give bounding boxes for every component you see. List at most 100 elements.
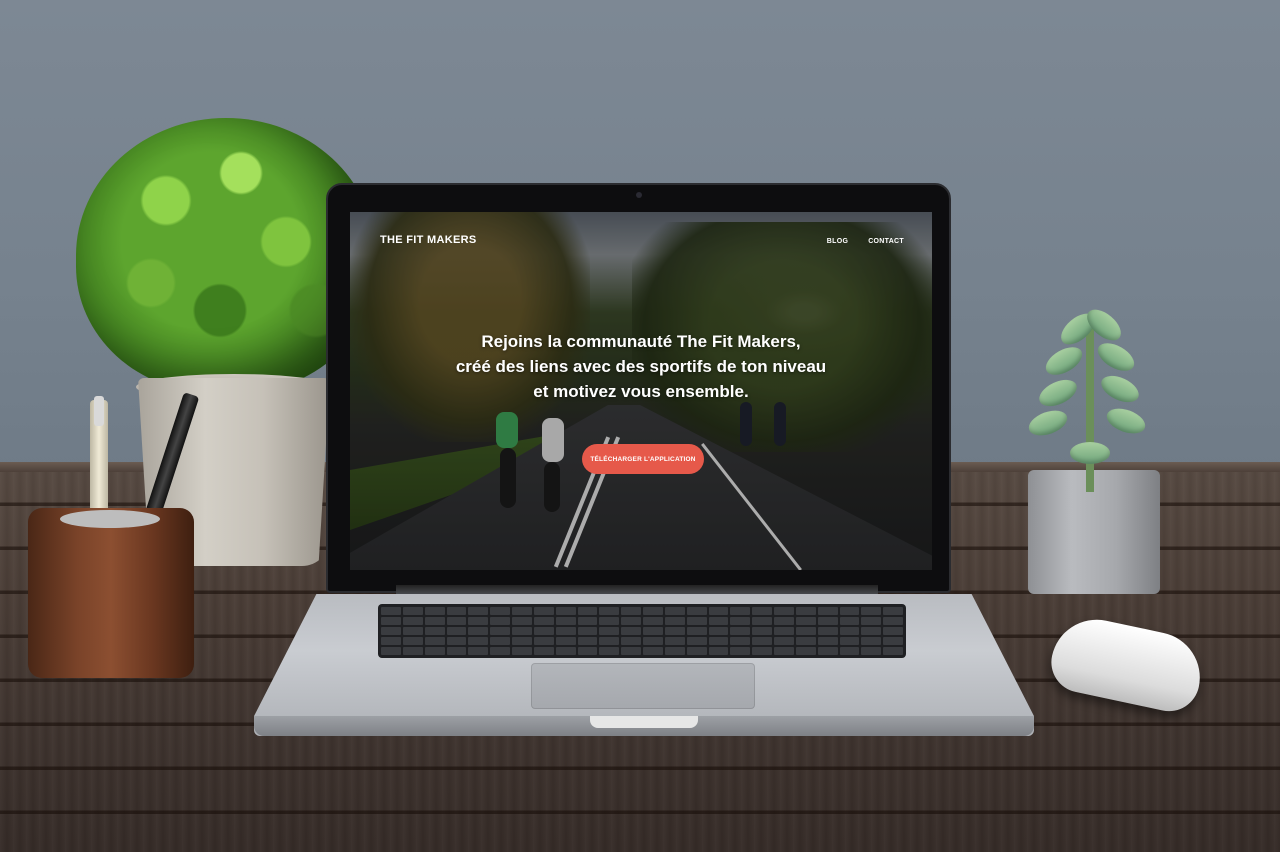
keyboard-key xyxy=(774,647,794,655)
website-screen: THE FIT MAKERS BLOG CONTACT Rejoins la c… xyxy=(350,212,932,570)
keyboard-key xyxy=(490,637,510,645)
keyboard-key xyxy=(555,627,576,635)
keyboard-key xyxy=(621,647,641,655)
keyboard-key xyxy=(686,607,707,615)
keyboard-key xyxy=(621,637,641,645)
keyboard-key xyxy=(774,607,794,615)
nav-link-contact[interactable]: CONTACT xyxy=(868,238,904,245)
keyboard-key xyxy=(708,617,729,625)
keyboard-key xyxy=(839,627,860,635)
keyboard-key xyxy=(883,647,903,655)
keyboard-key xyxy=(883,627,903,635)
succulent-leaf xyxy=(1103,403,1149,439)
keyboard-key xyxy=(861,637,882,645)
keyboard-key xyxy=(599,647,620,655)
keyboard-key xyxy=(643,647,663,655)
keyboard-key xyxy=(533,617,554,625)
keyboard-key xyxy=(817,617,838,625)
keyboard-key xyxy=(774,637,794,645)
keyboard-key xyxy=(402,617,423,625)
keyboard-key xyxy=(512,617,532,625)
keyboard-key xyxy=(555,607,576,615)
succulent-leaf xyxy=(1097,370,1143,408)
keyboard-key xyxy=(883,617,903,625)
pen-icon xyxy=(90,396,108,522)
succulent-leaf xyxy=(1035,374,1081,412)
keyboard-key xyxy=(839,637,860,645)
keyboard-key xyxy=(730,637,751,645)
keyboard-key xyxy=(621,627,641,635)
keyboard-key xyxy=(599,627,620,635)
keyboard-key xyxy=(599,617,620,625)
keyboard-key xyxy=(533,627,554,635)
succulent-leaf xyxy=(1041,341,1087,381)
site-logo[interactable]: THE FIT MAKERS xyxy=(380,234,476,246)
keyboard-key xyxy=(817,647,838,655)
keyboard-key xyxy=(730,627,751,635)
succulent-stem xyxy=(1086,322,1094,492)
keyboard-key xyxy=(468,607,489,615)
keyboard-key xyxy=(643,607,663,615)
keyboard-key xyxy=(424,607,445,615)
keyboard-key xyxy=(686,617,707,625)
succulent-plant-icon xyxy=(1018,302,1160,492)
keyboard-key xyxy=(468,627,489,635)
keyboard-key xyxy=(708,637,729,645)
keyboard-key xyxy=(446,637,467,645)
keyboard-key xyxy=(424,627,445,635)
keyboard-key xyxy=(512,627,532,635)
keyboard-key xyxy=(533,637,554,645)
hero-headline-line: Rejoins la communauté The Fit Makers, xyxy=(481,332,801,351)
keyboard-key xyxy=(446,617,467,625)
keyboard-key xyxy=(861,617,882,625)
keyboard-key xyxy=(730,607,751,615)
keyboard-key xyxy=(533,647,554,655)
keyboard-key xyxy=(577,637,598,645)
keyboard-key xyxy=(577,617,598,625)
keyboard-key xyxy=(402,637,423,645)
keyboard-key xyxy=(708,647,729,655)
keyboard-key xyxy=(752,647,772,655)
keyboard-key xyxy=(424,617,445,625)
keyboard-key xyxy=(817,637,838,645)
keyboard-key xyxy=(446,627,467,635)
keyboard-key xyxy=(817,627,838,635)
keyboard-key xyxy=(512,607,532,615)
keyboard-key xyxy=(839,647,860,655)
keyboard-key xyxy=(730,617,751,625)
webcam-icon xyxy=(636,192,642,198)
keyboard-key xyxy=(643,617,663,625)
keyboard-key xyxy=(817,607,838,615)
keyboard-key xyxy=(555,617,576,625)
keyboard-key xyxy=(490,617,510,625)
keyboard-key xyxy=(402,627,423,635)
keyboard-key xyxy=(577,607,598,615)
keyboard-key xyxy=(577,627,598,635)
keyboard-key xyxy=(795,647,816,655)
keyboard-key xyxy=(599,607,620,615)
keyboard-key xyxy=(599,637,620,645)
keyboard-key xyxy=(381,607,401,615)
keyboard-key xyxy=(490,647,510,655)
keyboard-key xyxy=(533,607,554,615)
keyboard-key xyxy=(752,637,772,645)
pen-holder-icon xyxy=(28,508,194,678)
keyboard-key xyxy=(774,627,794,635)
keyboard-key xyxy=(402,647,423,655)
keyboard-key xyxy=(752,617,772,625)
download-app-button[interactable]: TÉLÉCHARGER L'APPLICATION xyxy=(582,444,704,474)
nav-link-blog[interactable]: BLOG xyxy=(827,238,848,245)
keyboard-key xyxy=(708,607,729,615)
keyboard-key xyxy=(839,607,860,615)
keyboard-key xyxy=(861,647,882,655)
keyboard-key xyxy=(468,637,489,645)
hero-headline-line: et motivez vous ensemble. xyxy=(533,382,749,401)
keyboard-key xyxy=(664,627,685,635)
keyboard-key xyxy=(555,637,576,645)
keyboard-key xyxy=(664,607,685,615)
keyboard-key xyxy=(839,617,860,625)
keyboard-key xyxy=(424,637,445,645)
keyboard-key xyxy=(490,627,510,635)
keyboard-key xyxy=(883,607,903,615)
keyboard-key xyxy=(708,627,729,635)
